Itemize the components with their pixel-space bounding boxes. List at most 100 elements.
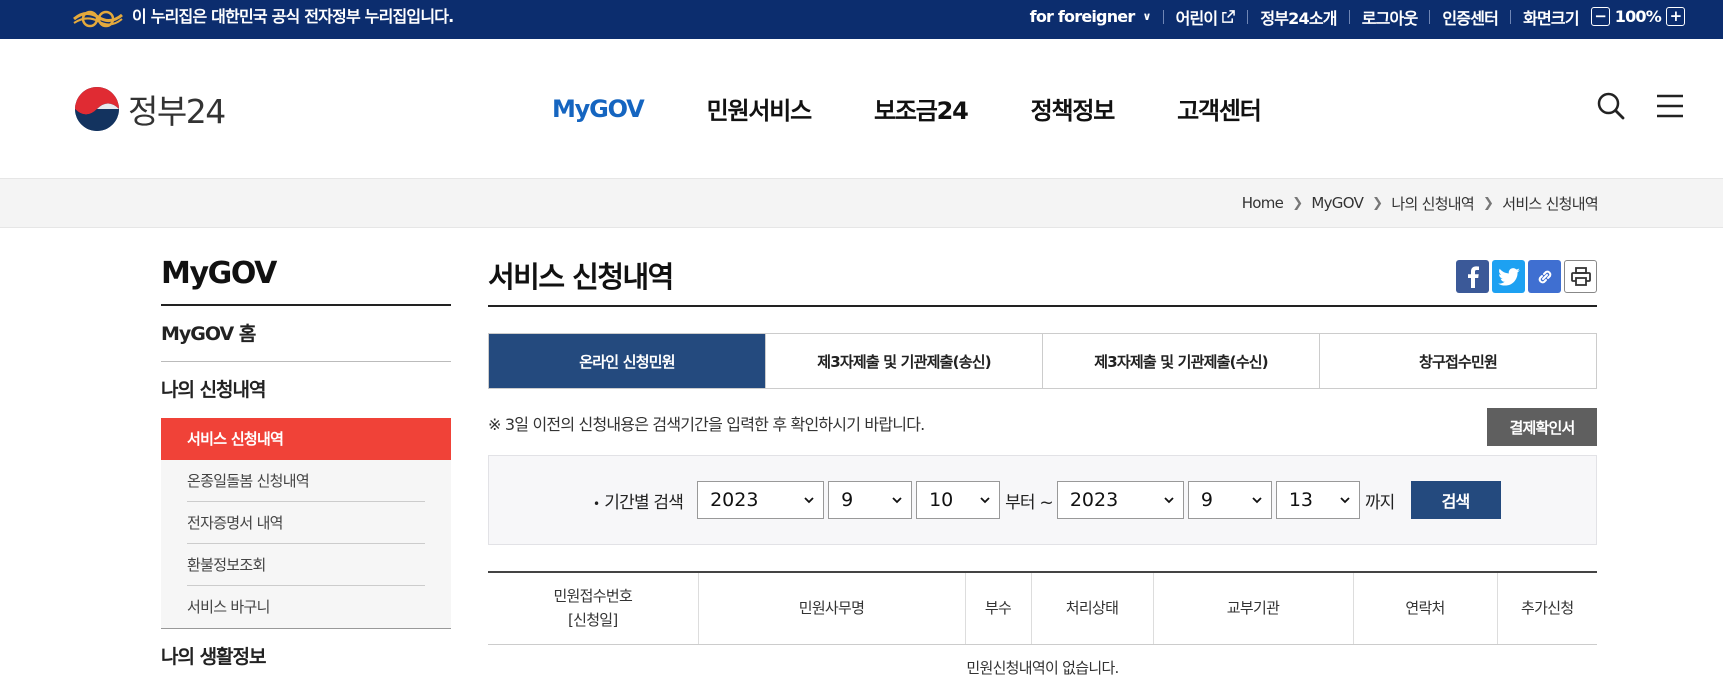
tab-third-party-received[interactable]: 제3자제출 및 기관제출(수신) xyxy=(1042,334,1319,388)
from-month-select[interactable]: 9 xyxy=(828,481,913,519)
zoom-level: 100% xyxy=(1614,7,1662,26)
print-button[interactable] xyxy=(1564,260,1597,293)
notice-row: ※ 3일 이전의 신청내용은 검색기간을 입력한 후 확인하시기 바랍니다. 결… xyxy=(488,389,1597,455)
to-month-select[interactable]: 9 xyxy=(1187,481,1272,519)
col-apply-date-label: [신청일] xyxy=(567,611,618,630)
sidebar-title: MyGOV xyxy=(161,256,451,306)
divider xyxy=(1348,9,1350,24)
twitter-share-button[interactable] xyxy=(1492,260,1525,293)
empty-table-message: 민원신청내역이 없습니다. xyxy=(966,658,1119,677)
foreigner-link[interactable]: for foreigner ∨ xyxy=(1029,7,1152,26)
period-search-label: • 기간별 검색 xyxy=(593,488,684,513)
breadcrumb-bar: Home ❯ MyGOV ❯ 나의 신청내역 ❯ 서비스 신청내역 xyxy=(0,178,1723,228)
tab-counter-applications[interactable]: 창구접수민원 xyxy=(1319,334,1596,388)
sidebar-subitem-refund-info[interactable]: 환불정보조회 xyxy=(187,544,425,586)
table-header-row: 민원접수번호 [신청일] 민원사무명 부수 처리상태 교부기관 연락처 추가신청 xyxy=(488,572,1597,645)
sidebar-subitem-all-day-care[interactable]: 온종일돌봄 신청내역 xyxy=(187,460,425,502)
search-icon[interactable] xyxy=(1596,91,1626,121)
from-day-value: 10 xyxy=(929,489,954,511)
to-suffix: 까지 xyxy=(1364,492,1395,513)
sidebar-item-my-life-info[interactable]: 나의 생활정보 xyxy=(161,629,451,685)
to-day-select[interactable]: 13 xyxy=(1275,481,1360,519)
col-status: 처리상태 xyxy=(1030,572,1153,645)
divider xyxy=(1510,9,1512,24)
col-receipt-number-label: 민원접수번호 xyxy=(553,587,633,606)
chevron-down-icon xyxy=(1164,497,1174,504)
bullet-icon: • xyxy=(593,496,600,511)
sidebar-subitem-service-applications[interactable]: 서비스 신청내역 xyxy=(161,418,451,460)
chevron-down-icon xyxy=(804,497,814,504)
divider xyxy=(1429,9,1431,24)
nav-customer-center[interactable]: 고객센터 xyxy=(1177,91,1262,126)
col-receipt-number: 민원접수번호 [신청일] xyxy=(488,572,698,645)
col-additional: 추가신청 xyxy=(1496,572,1597,645)
to-year-select[interactable]: 2023 xyxy=(1056,481,1184,519)
logout-link[interactable]: 로그아웃 xyxy=(1362,5,1418,29)
screen-size-label: 화면크기 xyxy=(1523,8,1579,28)
cert-center-link[interactable]: 인증센터 xyxy=(1442,5,1498,29)
chevron-right-icon: ❯ xyxy=(1483,195,1494,211)
gov-notice: 이 누리집은 대한민국 공식 전자정부 누리집입니다. xyxy=(132,7,454,26)
tab-third-party-sent[interactable]: 제3자제출 및 기관제출(송신) xyxy=(765,334,1042,388)
from-year-value: 2023 xyxy=(710,489,759,511)
gov-banner: 이 누리집은 대한민국 공식 전자정부 누리집입니다. for foreigne… xyxy=(0,0,1723,39)
chevron-down-icon xyxy=(1252,497,1262,504)
menu-icon[interactable] xyxy=(1655,91,1685,121)
zoom-out-button[interactable]: − xyxy=(1590,7,1610,26)
divider xyxy=(1162,9,1164,24)
from-year-select[interactable]: 2023 xyxy=(697,481,825,519)
taegeuk-logo-icon xyxy=(75,87,119,131)
nav-policy-info[interactable]: 정책정보 xyxy=(1031,91,1116,126)
zoom-in-button[interactable]: + xyxy=(1666,7,1685,26)
share-buttons xyxy=(1453,260,1597,293)
sidebar: MyGOV MyGOV 홈 나의 신청내역 서비스 신청내역 온종일돌봄 신청내… xyxy=(161,228,451,685)
to-year-value: 2023 xyxy=(1069,489,1119,511)
breadcrumb-my-applications[interactable]: 나의 신청내역 xyxy=(1391,193,1474,214)
period-search-label-text: 기간별 검색 xyxy=(604,492,684,513)
page-title: 서비스 신청내역 xyxy=(488,254,1597,307)
sidebar-subitem-e-certificates[interactable]: 전자증명서 내역 xyxy=(187,502,425,544)
chevron-down-icon xyxy=(892,497,902,504)
utility-links: for foreigner ∨ 어린이 정부24소개 로그아웃 인증센터 화면크기… xyxy=(1030,0,1685,33)
nav-mygov[interactable]: MyGOV xyxy=(552,95,645,123)
sidebar-subitem-service-basket[interactable]: 서비스 바구니 xyxy=(187,586,425,628)
copy-link-button[interactable] xyxy=(1528,260,1561,293)
application-tabs: 온라인 신청민원 제3자제출 및 기관제출(송신) 제3자제출 및 기관제출(수… xyxy=(488,333,1597,389)
nav-subsidy24[interactable]: 보조금24 xyxy=(874,91,969,126)
sidebar-item-mygov-home[interactable]: MyGOV 홈 xyxy=(161,306,451,362)
from-month-value: 9 xyxy=(841,489,854,511)
print-icon xyxy=(1570,266,1591,286)
breadcrumb-mygov[interactable]: MyGOV xyxy=(1311,194,1363,212)
from-day-select[interactable]: 10 xyxy=(916,481,1001,519)
search-button[interactable]: 검색 xyxy=(1410,481,1501,519)
facebook-share-button[interactable] xyxy=(1456,260,1489,293)
kids-link[interactable]: 어린이 xyxy=(1176,5,1236,29)
foreigner-label: for foreigner xyxy=(1029,7,1136,26)
period-notice: ※ 3일 이전의 신청내용은 검색기간을 입력한 후 확인하시기 바랍니다. xyxy=(488,415,925,434)
payment-confirmation-button[interactable]: 결제확인서 xyxy=(1487,408,1597,446)
chevron-down-icon xyxy=(1340,497,1350,504)
to-day-value: 13 xyxy=(1288,489,1314,511)
col-contact: 연락처 xyxy=(1352,572,1497,645)
sidebar-item-my-applications[interactable]: 나의 신청내역 xyxy=(161,362,451,418)
main-nav: MyGOV 민원서비스 보조금24 정책정보 고객센터 xyxy=(552,39,1324,178)
chevron-down-icon: ∨ xyxy=(1142,10,1151,23)
facebook-icon xyxy=(1467,265,1479,288)
breadcrumb: Home ❯ MyGOV ❯ 나의 신청내역 ❯ 서비스 신청내역 xyxy=(1242,179,1599,227)
egov-emblem-icon xyxy=(73,10,123,28)
divider xyxy=(1247,9,1249,24)
external-link-icon xyxy=(1222,10,1236,23)
site-logo[interactable]: 정부24 xyxy=(74,85,226,133)
chevron-down-icon xyxy=(980,497,990,504)
about-link[interactable]: 정부24소개 xyxy=(1260,5,1337,29)
chevron-right-icon: ❯ xyxy=(1292,195,1303,211)
tab-online-applications[interactable]: 온라인 신청민원 xyxy=(489,334,765,388)
col-issuing-agency: 교부기관 xyxy=(1152,572,1353,645)
logo-text: 정부24 xyxy=(128,92,226,131)
period-search-box: • 기간별 검색 2023 9 10 부터 ~ 2023 9 13 까지 검색 xyxy=(488,455,1597,545)
breadcrumb-home[interactable]: Home xyxy=(1242,194,1284,212)
nav-civil-service[interactable]: 민원서비스 xyxy=(707,91,813,126)
site-header: 정부24 MyGOV 민원서비스 보조금24 정책정보 고객센터 xyxy=(0,39,1723,178)
to-month-value: 9 xyxy=(1200,489,1213,511)
breadcrumb-current: 서비스 신청내역 xyxy=(1502,194,1598,213)
